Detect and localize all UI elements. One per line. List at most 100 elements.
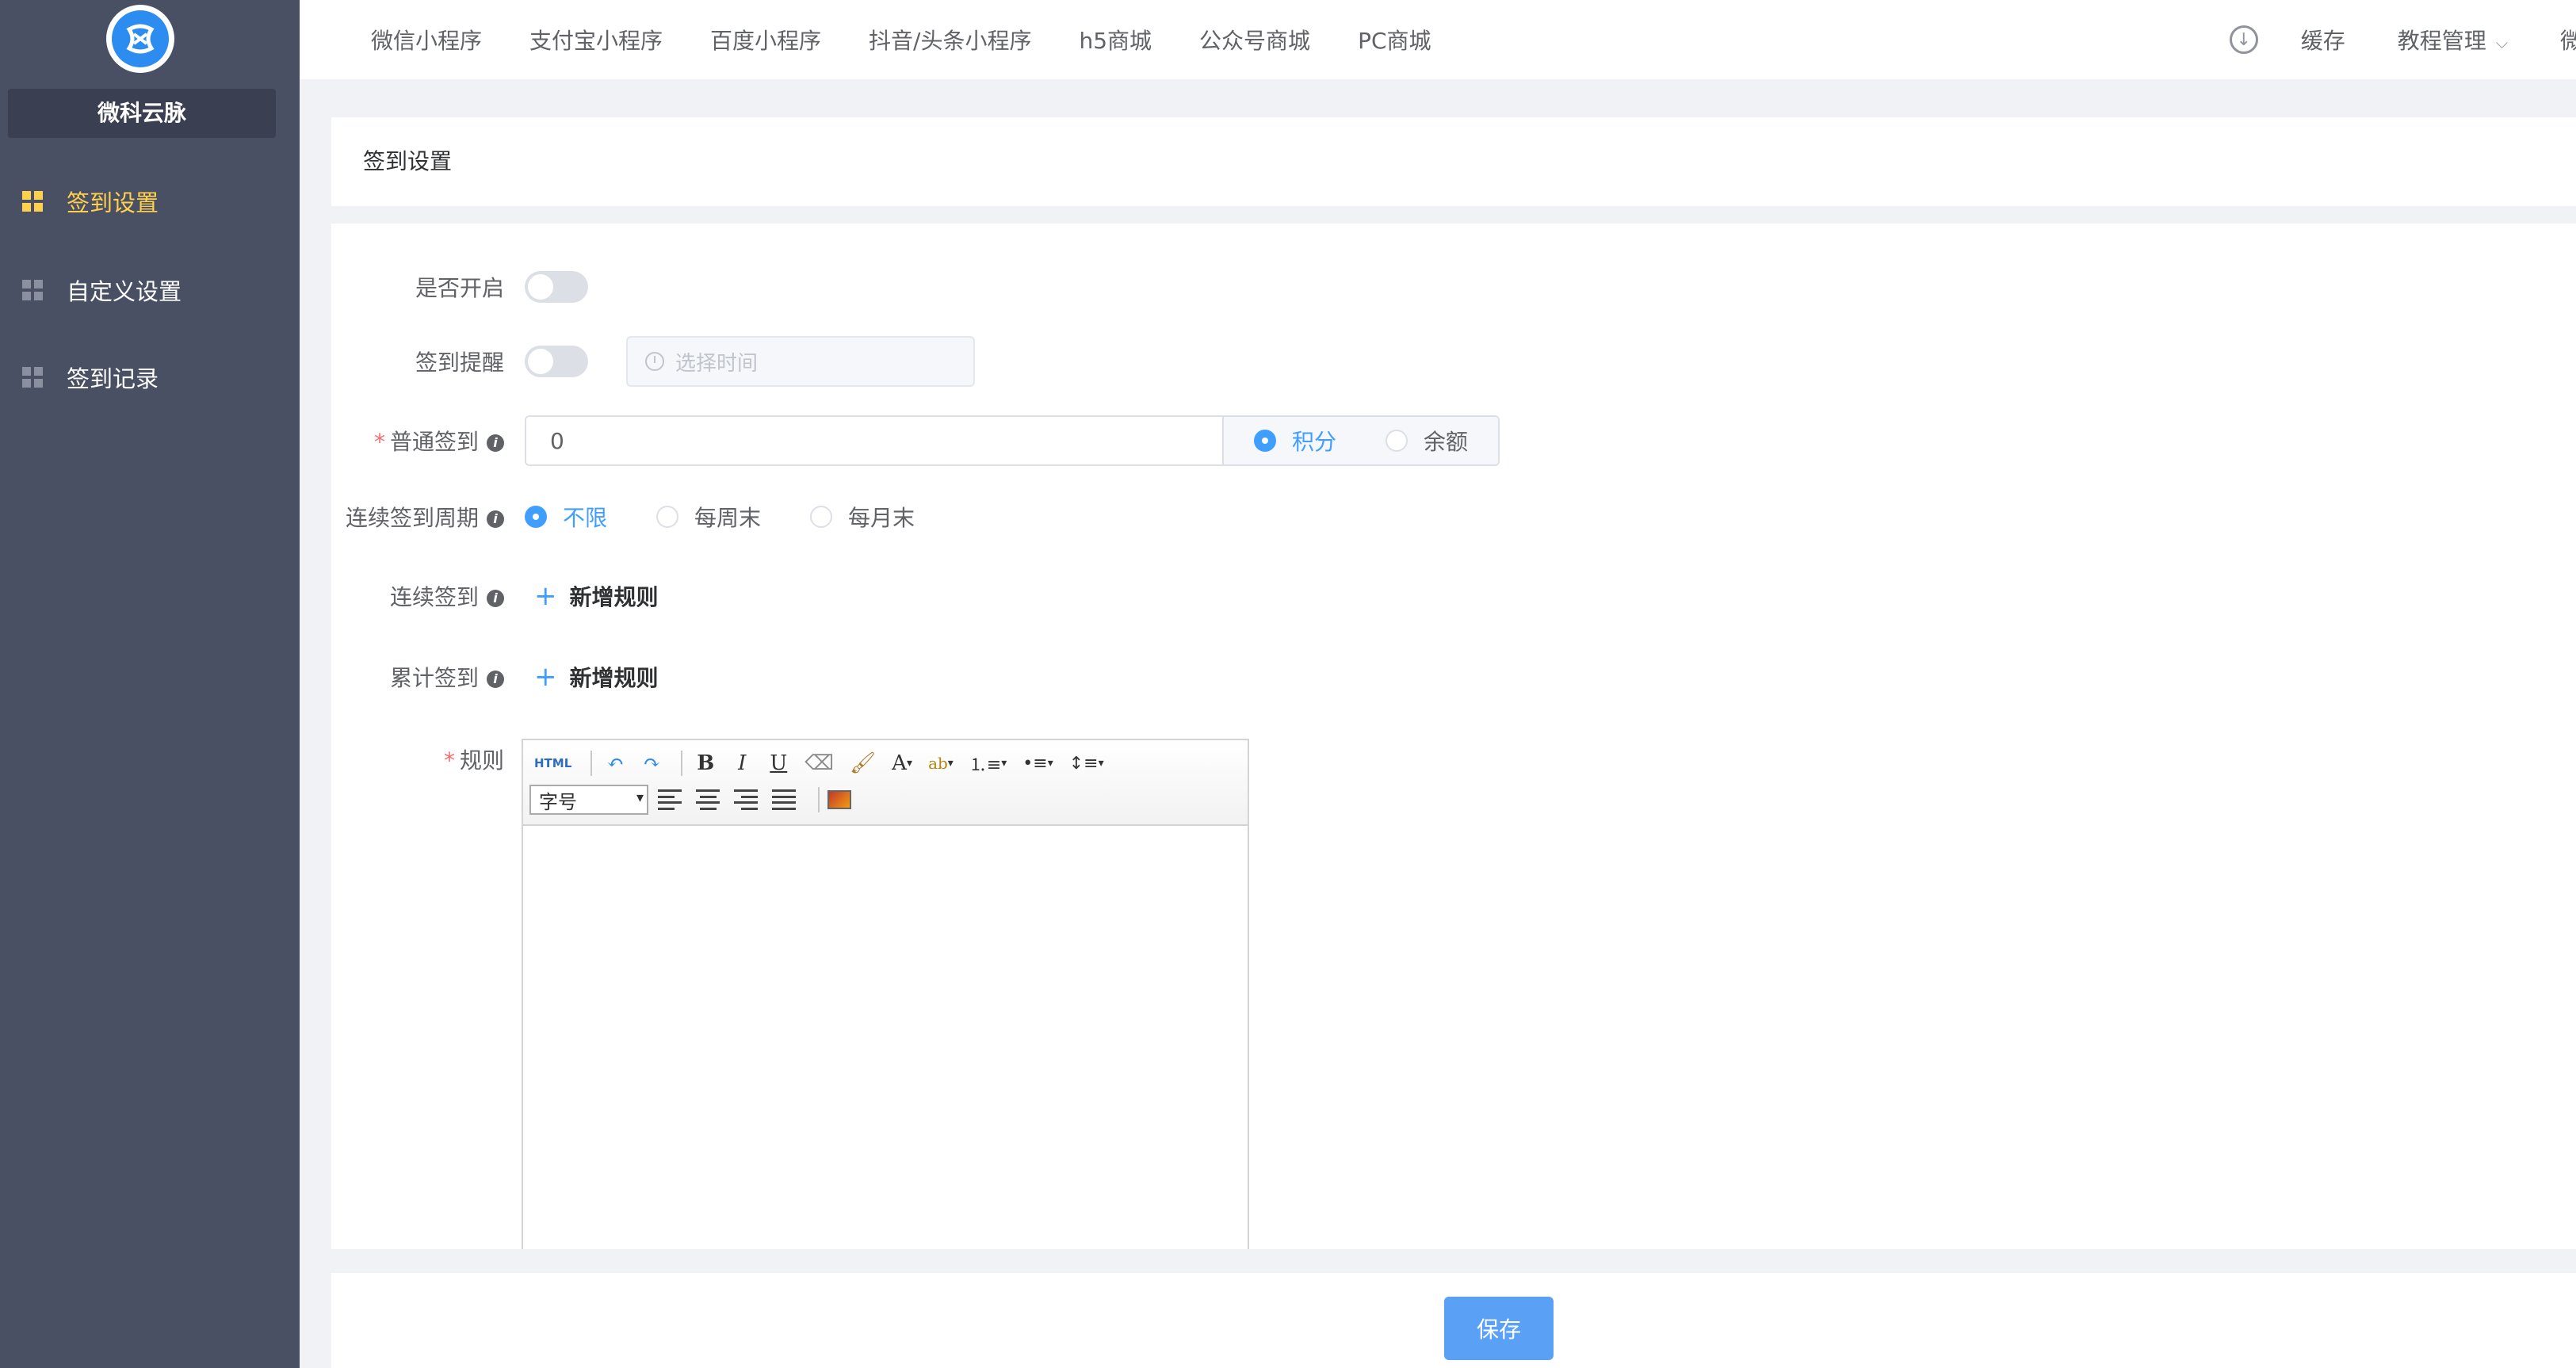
underline-icon[interactable]: U [763,750,793,777]
user-menu-cutoff[interactable]: 微 [2560,24,2576,55]
form-row-enable: 是否开启 [331,262,588,312]
ordered-list-icon[interactable]: ⒈≡ ▾ [965,750,1011,777]
rich-text-editor: HTML ↶ ↷ B I U ⌫ 🖌 A ▾ ab ▾ ⒈≡ ▾ •≡ ▾ ↕≡ ▾ 字号 [522,739,1249,1249]
undo-icon[interactable]: ↶ [600,750,630,777]
tutorial-label: 教程管理 [2397,28,2486,54]
sidebar-item-custom-settings[interactable]: 自定义设置 [0,258,300,322]
form-row-remind: 签到提醒 选择时间 [331,336,975,387]
plus-icon: + [534,580,557,612]
font-color-icon[interactable]: A ▾ [887,750,917,777]
continuous-label: 连续签到 i [331,580,504,612]
sidebar-item-label: 自定义设置 [67,278,182,305]
redo-icon[interactable]: ↷ [636,750,667,777]
normal-sign-label: * 普通签到 i [331,425,504,457]
align-right-icon[interactable] [734,789,758,810]
add-cumulative-rule-button[interactable]: + 新增规则 [534,661,659,693]
top-navbar: 微信小程序 支付宝小程序 百度小程序 抖音/头条小程序 h5商城 公众号商城 P… [300,0,2576,79]
brand-logo [106,5,174,73]
form-row-continuous: 连续签到 i + 新增规则 [331,571,659,621]
normal-sign-input[interactable] [526,417,1222,464]
editor-toolbar: HTML ↶ ↷ B I U ⌫ 🖌 A ▾ ab ▾ ⒈≡ ▾ •≡ ▾ ↕≡ ▾ 字号 [523,740,1248,826]
remind-label: 签到提醒 [415,350,504,376]
nav-official-account-mall[interactable]: 公众号商城 [1199,24,1310,55]
grid-icon [22,191,43,212]
align-justify-icon[interactable] [772,789,796,810]
highlight-color-icon[interactable]: ab ▾ [923,750,958,777]
eraser-icon[interactable]: ⌫ [800,750,839,777]
insert-image-icon[interactable] [827,790,851,809]
radio-label: 每月末 [848,505,915,531]
radio-dot [525,506,547,528]
rules-label: * 规则 [443,747,504,774]
time-placeholder: 选择时间 [675,351,759,376]
top-nav-menu: 微信小程序 支付宝小程序 百度小程序 抖音/头条小程序 h5商城 公众号商城 P… [371,0,1479,79]
grid-icon [22,280,43,300]
enable-switch[interactable] [525,271,588,303]
sidebar-item-label: 签到记录 [67,365,159,392]
brand-logo-icon [126,24,155,54]
chevron-down-icon: ⌵ [2495,33,2508,52]
font-size-select[interactable]: 字号 [529,785,648,815]
cycle-label: 连续签到周期 i [331,501,504,533]
top-right-actions: ↓ 缓存 教程管理 ⌵ 微 [2229,0,2576,79]
plus-icon: + [534,661,557,693]
reward-type-radio-group: 积分 余额 [1222,417,1498,464]
cache-link[interactable]: 缓存 [2301,24,2345,55]
line-height-icon[interactable]: ↕≡ ▾ [1064,750,1109,777]
italic-icon[interactable]: I [727,750,757,777]
bold-icon[interactable]: B [690,750,720,777]
format-painter-icon[interactable]: 🖌 [845,750,881,777]
nav-h5-mall[interactable]: h5商城 [1079,24,1152,55]
radio-balance[interactable]: 余额 [1385,425,1468,457]
download-icon[interactable]: ↓ [2229,25,2258,54]
info-icon[interactable]: i [487,510,504,528]
enable-label: 是否开启 [415,275,504,301]
radio-cycle-monthend[interactable]: 每月末 [810,501,915,533]
form-card: 是否开启 签到提醒 选择时间 *普通签到i 积分 余额 连续签到周期i [331,224,2576,1249]
radio-cycle-weekend[interactable]: 每周末 [656,501,761,533]
radio-dot [1254,430,1276,452]
radio-label: 余额 [1424,429,1469,455]
tutorial-menu[interactable]: 教程管理 ⌵ [2398,24,2508,55]
nav-baidu-miniprogram[interactable]: 百度小程序 [710,24,821,55]
nav-wechat-miniprogram[interactable]: 微信小程序 [371,24,482,55]
html-source-button[interactable]: HTML [529,750,576,777]
radio-label: 每周末 [694,505,762,531]
info-icon[interactable]: i [487,671,504,688]
radio-dot [1385,430,1408,452]
font-size-label: 字号 [539,790,577,813]
save-button[interactable]: 保存 [1444,1297,1554,1360]
nav-alipay-miniprogram[interactable]: 支付宝小程序 [529,24,663,55]
add-continuous-rule-button[interactable]: + 新增规则 [534,580,659,612]
nav-douyin-miniprogram[interactable]: 抖音/头条小程序 [869,24,1031,55]
info-icon[interactable]: i [487,434,504,452]
radio-label: 积分 [1292,429,1337,455]
align-left-icon[interactable] [658,789,682,810]
form-row-cumulative: 累计签到 i + 新增规则 [331,652,659,702]
add-rule-label: 新增规则 [569,665,659,691]
sidebar-item-label: 签到设置 [67,189,159,216]
radio-cycle-unlimited[interactable]: 不限 [525,501,607,533]
brand-name: 微科云脉 [8,89,276,138]
sidebar: 微科云脉 签到设置 自定义设置 签到记录 [0,0,300,1368]
sidebar-item-sign-records[interactable]: 签到记录 [0,346,300,409]
align-center-icon[interactable] [696,789,720,810]
required-mark: * [373,429,385,455]
remind-switch[interactable] [525,346,588,377]
sidebar-item-sign-settings[interactable]: 签到设置 [0,170,300,233]
footer-bar: 保存 [331,1273,2576,1368]
radio-points[interactable]: 积分 [1254,425,1336,457]
editor-content-area[interactable] [523,826,1248,1249]
form-row-cycle: 连续签到周期 i 不限 每周末 每月末 [331,491,964,542]
normal-sign-input-group: 积分 余额 [525,415,1500,466]
cumulative-label: 累计签到 i [331,661,504,693]
info-icon[interactable]: i [487,590,504,607]
unordered-list-icon[interactable]: •≡ ▾ [1018,750,1057,777]
nav-pc-mall[interactable]: PC商城 [1358,24,1431,55]
clock-icon [645,352,664,371]
remind-time-picker[interactable]: 选择时间 [626,336,975,387]
radio-dot [810,506,833,528]
grid-icon [22,367,43,388]
form-row-rules: * 规则 [331,734,504,785]
required-mark: * [443,747,455,774]
